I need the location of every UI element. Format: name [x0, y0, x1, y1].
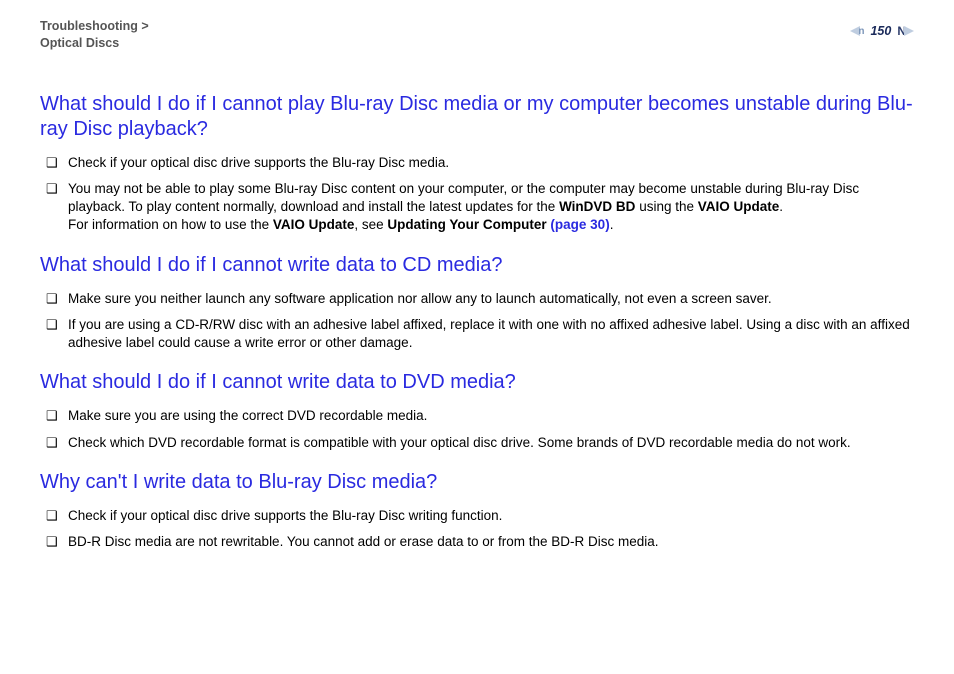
- list-item: ❑ Make sure you neither launch any softw…: [46, 290, 914, 308]
- bullet-icon: ❑: [46, 316, 68, 334]
- list-item: ❑ BD-R Disc media are not rewritable. Yo…: [46, 533, 914, 551]
- breadcrumb-bottom: Optical Discs: [40, 36, 119, 50]
- bold-text: WinDVD BD: [559, 199, 635, 214]
- list-text: Check if your optical disc drive support…: [68, 507, 914, 525]
- list-text: Make sure you are using the correct DVD …: [68, 407, 914, 425]
- list-item: ❑ If you are using a CD-R/RW disc with a…: [46, 316, 914, 352]
- text-run: .: [779, 199, 783, 214]
- list-item: ❑ Check which DVD recordable format is c…: [46, 434, 914, 452]
- list-text: Check which DVD recordable format is com…: [68, 434, 914, 452]
- bullet-icon: ❑: [46, 507, 68, 525]
- page-navigator: n 150 N: [850, 24, 914, 38]
- list-text: If you are using a CD-R/RW disc with an …: [68, 316, 914, 352]
- heading-bluray-write: Why can't I write data to Blu-ray Disc m…: [40, 470, 914, 495]
- text-run: For information on how to use the: [68, 217, 273, 232]
- list-bluray-write: ❑ Check if your optical disc drive suppo…: [46, 507, 914, 551]
- document-page: Troubleshooting > Optical Discs n 150 N …: [0, 0, 954, 674]
- bold-text: VAIO Update: [698, 199, 780, 214]
- list-item: ❑ Check if your optical disc drive suppo…: [46, 507, 914, 525]
- heading-cd-write: What should I do if I cannot write data …: [40, 253, 914, 278]
- list-text: Make sure you neither launch any softwar…: [68, 290, 914, 308]
- bullet-icon: ❑: [46, 533, 68, 551]
- bold-text: VAIO Update: [273, 217, 355, 232]
- bold-text: Updating Your Computer: [387, 217, 550, 232]
- letter-n-small: n: [858, 26, 864, 37]
- bullet-icon: ❑: [46, 434, 68, 452]
- heading-dvd-write: What should I do if I cannot write data …: [40, 370, 914, 395]
- list-text: BD-R Disc media are not rewritable. You …: [68, 533, 914, 551]
- breadcrumb-separator: >: [141, 19, 148, 33]
- list-item: ❑ You may not be able to play some Blu-r…: [46, 180, 914, 235]
- arrow-right-icon: [904, 26, 914, 36]
- prev-page-button[interactable]: n: [850, 26, 864, 37]
- list-dvd-write: ❑ Make sure you are using the correct DV…: [46, 407, 914, 451]
- heading-bluray-playback: What should I do if I cannot play Blu-ra…: [40, 92, 914, 142]
- bullet-icon: ❑: [46, 407, 68, 425]
- page-header: Troubleshooting > Optical Discs n 150 N: [40, 18, 914, 52]
- breadcrumb: Troubleshooting > Optical Discs: [40, 18, 149, 52]
- text-run: using the: [635, 199, 697, 214]
- bullet-icon: ❑: [46, 154, 68, 172]
- list-text: You may not be able to play some Blu-ray…: [68, 180, 914, 235]
- list-item: ❑ Make sure you are using the correct DV…: [46, 407, 914, 425]
- next-page-button[interactable]: N: [897, 24, 914, 38]
- list-text: Check if your optical disc drive support…: [68, 154, 914, 172]
- text-run: .: [610, 217, 614, 232]
- breadcrumb-top: Troubleshooting: [40, 19, 138, 33]
- text-run: , see: [354, 217, 387, 232]
- bullet-icon: ❑: [46, 180, 68, 198]
- page-link[interactable]: (page 30): [550, 217, 609, 232]
- list-item: ❑ Check if your optical disc drive suppo…: [46, 154, 914, 172]
- bullet-icon: ❑: [46, 290, 68, 308]
- list-bluray-playback: ❑ Check if your optical disc drive suppo…: [46, 154, 914, 235]
- page-number: 150: [868, 24, 893, 38]
- list-cd-write: ❑ Make sure you neither launch any softw…: [46, 290, 914, 353]
